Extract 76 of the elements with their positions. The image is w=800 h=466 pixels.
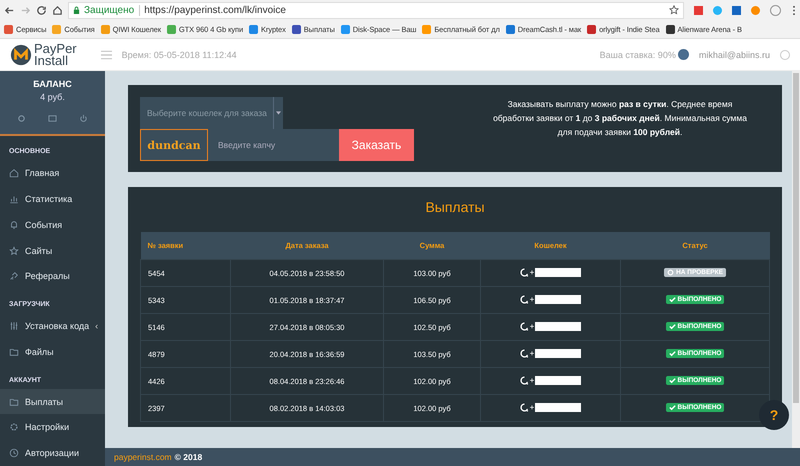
redacted-block — [535, 348, 582, 358]
server-time: Время: 05-05-2018 11:12:44 — [122, 50, 237, 60]
wallet-number: + — [530, 402, 534, 412]
avatar-icon[interactable] — [678, 49, 689, 60]
payouts-title: Выплаты — [424, 199, 486, 215]
clock-icon — [9, 448, 19, 458]
sliders-icon — [9, 321, 19, 332]
wallet-logo-icon — [520, 322, 529, 330]
balance-title: БАЛАНС — [33, 79, 72, 89]
chevron-text: ‹ — [95, 321, 98, 332]
lock-icon — [73, 6, 80, 14]
redacted-block — [535, 294, 582, 304]
sidebar-item[interactable]: Настройки — [0, 414, 105, 440]
power-icon[interactable] — [780, 50, 790, 60]
help-button[interactable]: ? — [759, 400, 789, 430]
home-icon[interactable] — [52, 4, 63, 16]
power-icon[interactable] — [79, 114, 88, 123]
captcha-image: dundcan — [140, 129, 208, 161]
home-icon — [9, 168, 19, 178]
wallet-logo-icon — [520, 376, 529, 384]
address-bar[interactable]: Защищено https://payperinst.com/lk/invoice — [68, 2, 684, 18]
sidebar-item[interactable]: Статистика — [0, 186, 105, 212]
check-icon — [668, 350, 676, 357]
wallet-logo-icon — [520, 402, 529, 412]
wallet-number: + — [530, 322, 534, 330]
sidebar-item[interactable]: Установка кода ‹ — [0, 313, 105, 339]
sidebar-item[interactable]: Файлы — [0, 338, 105, 365]
logo-icon — [10, 44, 32, 66]
logo[interactable]: PayPer Install — [10, 42, 77, 66]
sidebar-item[interactable]: Главная — [0, 160, 105, 186]
sidebar-item[interactable]: Авторизации — [0, 440, 105, 466]
redacted-block — [535, 268, 582, 276]
wallet-number: + — [530, 294, 534, 304]
chart-icon — [9, 194, 19, 204]
wallet-number: + — [530, 376, 534, 384]
extension-icon[interactable] — [751, 6, 760, 14]
copyright-text: © 2018 — [174, 452, 202, 462]
redacted-block — [535, 322, 582, 330]
star-icon — [9, 246, 19, 256]
redacted-block — [535, 402, 582, 412]
redacted-block — [535, 376, 582, 384]
folder-icon — [9, 396, 19, 407]
star-icon[interactable] — [669, 5, 679, 15]
sidebar-item[interactable]: События — [0, 212, 105, 238]
reload-icon[interactable] — [36, 4, 47, 16]
check-icon — [668, 323, 676, 330]
sidebar-item[interactable]: Сайты — [0, 238, 105, 264]
secure-label: Защищено — [84, 4, 140, 16]
extension-icon[interactable] — [694, 6, 703, 14]
payout-info-text: Заказывать выплату можно раз в сутки. Среднее время обработки заявки от 1 до 3 рабочих дней. Минимальная сумма для подачи заявки 100 рублей. — [492, 98, 748, 139]
bell-icon — [9, 220, 19, 230]
scrollbar[interactable] — [792, 71, 800, 448]
site-link[interactable]: payperinst.com — [114, 452, 172, 462]
back-icon[interactable] — [4, 4, 15, 16]
wallet-logo-icon — [520, 294, 529, 304]
sidebar-item[interactable]: Рефералы — [0, 263, 105, 290]
check-icon — [668, 377, 676, 384]
extension-icon[interactable] — [770, 4, 781, 16]
sidebar-item[interactable]: Выплаты — [0, 388, 105, 414]
captcha-input[interactable]: Введите капчу — [208, 129, 339, 161]
check-icon — [668, 404, 676, 411]
balance-amount: 4 руб. — [40, 92, 65, 102]
logo-text: PayPer — [34, 42, 77, 54]
check-icon — [668, 296, 676, 303]
forward-icon[interactable] — [20, 4, 31, 16]
url-text: https://payperinst.com/lk/invoice — [144, 4, 287, 16]
wallet-logo-icon — [520, 268, 529, 276]
wallet-logo-icon — [520, 348, 529, 358]
folder-icon — [9, 346, 19, 357]
logo-text: Install — [34, 54, 68, 66]
rate-text: Ваша ставка: 90% — [600, 50, 676, 60]
message-icon[interactable] — [48, 114, 57, 123]
menu-icon[interactable] — [792, 4, 796, 16]
extension-icon[interactable] — [732, 6, 741, 14]
wallet-number: + — [530, 268, 534, 276]
wallet-number: + — [530, 348, 534, 358]
